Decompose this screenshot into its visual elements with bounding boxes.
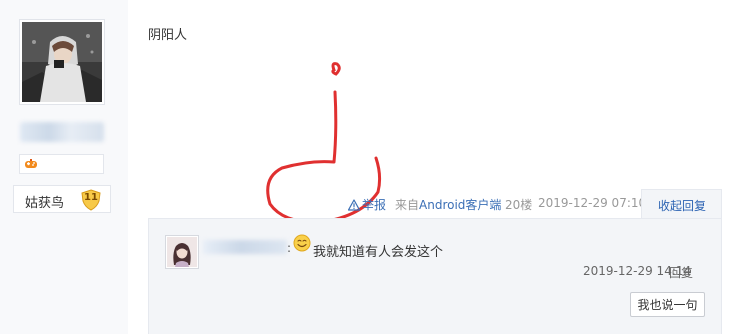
- client-source: 来自Android客户端: [395, 196, 501, 212]
- smile-emoji-icon: [293, 234, 311, 252]
- warning-icon: [348, 199, 360, 211]
- user-avatar[interactable]: [19, 19, 105, 105]
- report-label: 举报: [362, 198, 387, 212]
- collapse-replies-label: 收起回复: [658, 199, 707, 213]
- gamepad-icon: [25, 159, 37, 168]
- post-content: 阴阳人: [148, 28, 188, 43]
- reply-text: 我就知道有人会发这个: [313, 245, 444, 260]
- game-badge-row[interactable]: [19, 154, 104, 174]
- post-time: 2019-12-29 07:10: [538, 196, 647, 210]
- level-badge[interactable]: 姑获鸟 11: [13, 185, 111, 213]
- reply-avatar[interactable]: [165, 235, 199, 269]
- user-sidebar: 姑获鸟 11: [0, 0, 128, 334]
- floor-number: 20楼: [505, 198, 533, 212]
- reply-link[interactable]: 回复: [669, 264, 693, 281]
- username-redacted[interactable]: [20, 122, 104, 142]
- reply-colon: :: [287, 241, 292, 255]
- reply-username-redacted[interactable]: [203, 240, 287, 254]
- level-shield-icon: 11: [80, 189, 102, 211]
- add-comment-button[interactable]: 我也说一句: [630, 292, 705, 317]
- reply-box: : 我就知道有人会发这个 2019-12-29 14:14 回复 我也说一句: [148, 218, 722, 334]
- level-title: 姑获鸟: [25, 196, 65, 211]
- level-number: 11: [84, 192, 98, 203]
- android-client-link[interactable]: Android客户端: [419, 198, 501, 212]
- report-link[interactable]: 举报: [348, 196, 386, 212]
- avatar-image: [22, 22, 102, 102]
- client-prefix: 来自: [395, 198, 420, 212]
- collapse-replies-button[interactable]: 收起回复: [641, 189, 722, 219]
